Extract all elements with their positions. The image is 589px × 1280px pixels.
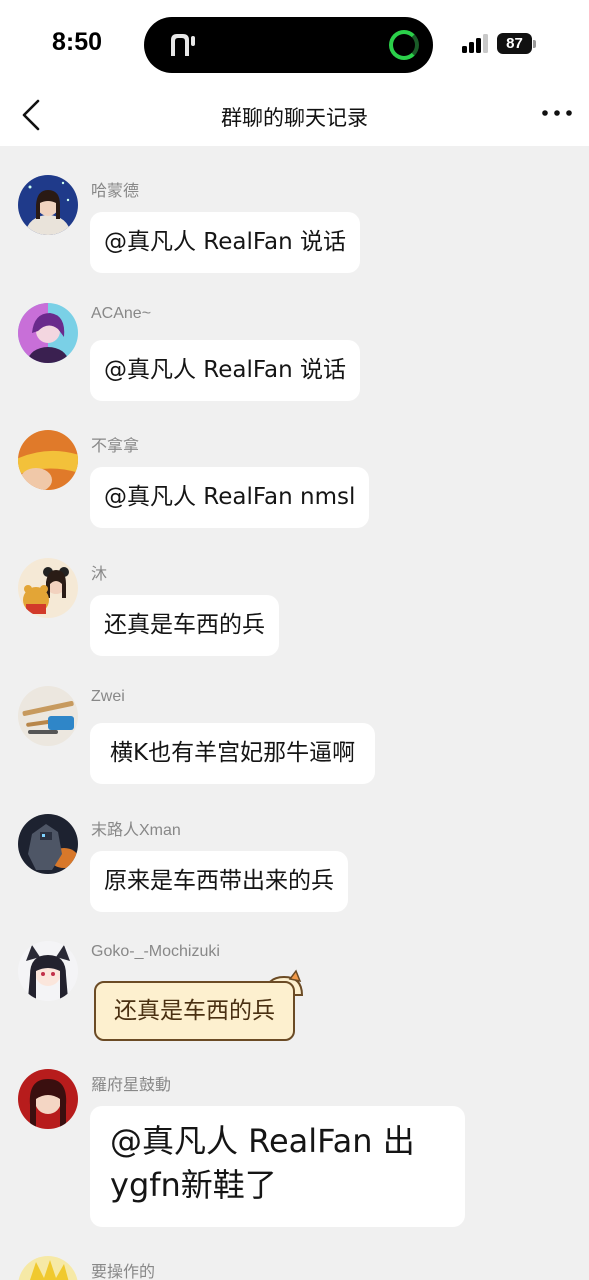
avatar[interactable] <box>18 558 78 618</box>
battery-level: 87 <box>497 33 532 54</box>
message-bubble[interactable]: 还真是车西的兵 <box>90 595 279 656</box>
activity-ring-icon <box>389 30 419 60</box>
sender-name: 羅府星鼓動 <box>91 1077 172 1094</box>
cellular-signal-icon <box>462 34 488 53</box>
message-bubble[interactable]: 原来是车西带出来的兵 <box>90 851 348 912</box>
sender-name: Zwei <box>91 688 125 705</box>
sender-name: 不拿拿 <box>91 438 140 455</box>
app-activity-icon <box>171 34 195 56</box>
message-bubble[interactable]: @真凡人 RealFan 说话 <box>90 212 360 273</box>
avatar[interactable] <box>18 175 78 235</box>
message-bubble[interactable]: @真凡人 RealFan 说话 <box>90 340 360 401</box>
sender-name: 哈蒙德 <box>91 183 140 200</box>
message-bubble[interactable]: @真凡人 RealFan 出ygfn新鞋了 <box>90 1106 465 1227</box>
avatar[interactable] <box>18 1069 78 1129</box>
sender-name: 沐 <box>91 566 108 583</box>
message-bubble[interactable]: 横K也有羊宫妃那牛逼啊 <box>90 723 376 784</box>
avatar[interactable] <box>18 814 78 874</box>
battery-icon: 87 <box>497 33 537 55</box>
sender-name: 要操作的 <box>91 1264 156 1280</box>
page-title: 群聊的聊天记录 <box>221 106 368 130</box>
sender-name: Goko-_-Mochizuki <box>91 943 220 960</box>
sender-name: 末路人Xman <box>91 822 181 839</box>
avatar[interactable] <box>18 303 78 363</box>
more-options-icon[interactable] <box>541 108 573 118</box>
avatar[interactable] <box>18 941 78 1001</box>
status-bar: 8:50 87 <box>0 0 589 90</box>
message-bubble[interactable]: @真凡人 RealFan nmsl <box>90 467 370 528</box>
avatar[interactable] <box>18 686 78 746</box>
message-bubble[interactable]: 还真是车西的兵 <box>94 981 295 1041</box>
sender-name: ACAne~ <box>91 305 152 322</box>
status-time: 8:50 <box>52 28 103 56</box>
avatar[interactable] <box>18 430 78 490</box>
avatar[interactable] <box>18 1256 78 1280</box>
nav-bar: 群聊的聊天记录 <box>0 90 589 146</box>
dynamic-island <box>144 17 433 73</box>
